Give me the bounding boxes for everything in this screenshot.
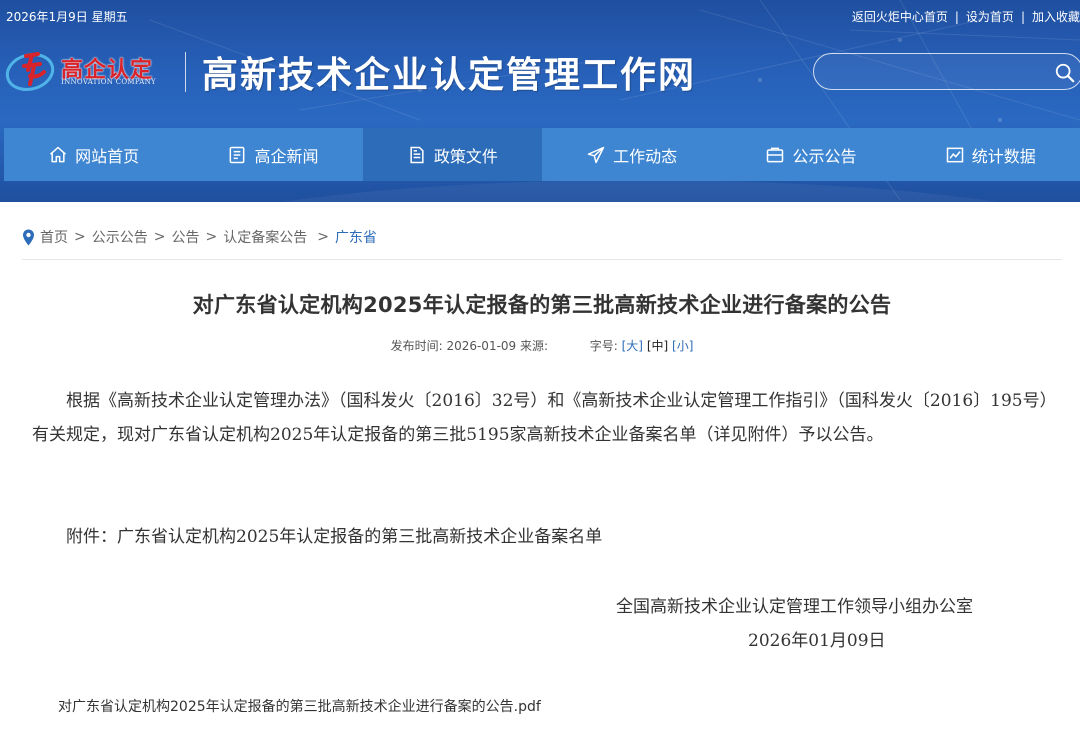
top-bar: 2026年1月9日 星期五 返回火炬中心首页 | 设为首页 | 加入收藏	[0, 0, 1080, 30]
document-icon	[410, 146, 424, 163]
top-links: 返回火炬中心首页 | 设为首页 | 加入收藏	[852, 8, 1080, 25]
breadcrumb-separator: >	[153, 229, 166, 245]
nav-policy[interactable]: 政策文件	[362, 128, 542, 181]
home-icon	[50, 146, 67, 162]
article-title: 对广东省认定机构2025年认定报备的第三批高新技术企业进行备案的公告	[192, 293, 892, 317]
font-size-large-label: 大	[626, 339, 639, 353]
site-logo[interactable]: 高企认定 INNOVATION COMPANY	[4, 44, 180, 96]
logo-divider	[185, 52, 186, 92]
font-size-small-button[interactable]: [小]	[672, 339, 693, 353]
article-paragraph-attachment: 附件：广东省认定机构2025年认定报备的第三批高新技术企业备案名单	[66, 527, 603, 547]
main-nav: 网站首页 高企新闻 政策文件 工作动态 公示公告 统计数据	[4, 128, 1080, 181]
nav-home-label: 网站首页	[75, 146, 140, 166]
logo-swoosh-icon	[5, 52, 55, 91]
publish-time: 2026-01-09	[446, 339, 517, 353]
nav-news-label: 高企新闻	[254, 146, 319, 166]
breadcrumb-separator: >	[317, 229, 329, 245]
search-box	[813, 53, 1080, 90]
logo-brand-en: INNOVATION COMPANY	[61, 78, 156, 86]
site-header: 2026年1月9日 星期五 返回火炬中心首页 | 设为首页 | 加入收藏 高企认…	[0, 0, 1080, 202]
paper-plane-icon	[587, 146, 605, 163]
nav-announcement[interactable]: 公示公告	[721, 128, 900, 181]
location-pin-icon	[23, 229, 34, 245]
article-paragraph-1: 根据《高新技术企业认定管理办法》（国科发火〔2016〕32号）和《高新技术企业认…	[32, 391, 1049, 445]
attachment-pdf-link[interactable]: 对广东省认定机构2025年认定报备的第三批高新技术企业进行备案的公告.pdf	[58, 696, 541, 716]
nav-statistics[interactable]: 统计数据	[901, 128, 1080, 181]
breadcrumb-announcement[interactable]: 公示公告	[92, 227, 148, 247]
site-title: 高新技术企业认定管理工作网	[202, 55, 697, 96]
signature-date: 2026年01月09日	[748, 631, 886, 651]
link-separator: |	[954, 9, 959, 24]
font-size-medium-button[interactable]: [中]	[647, 339, 668, 353]
main-content: 首页 > 公示公告 > 公告 > 认定备案公告 > 广东省 对广东省认定机构20…	[4, 202, 1080, 756]
search-input[interactable]	[828, 60, 1048, 84]
breadcrumb-notice[interactable]: 公告	[171, 227, 199, 247]
breadcrumb-separator: >	[74, 229, 86, 245]
font-size-label: 字号:	[589, 339, 618, 353]
nav-work-label: 工作动态	[613, 146, 678, 166]
current-date: 2026年1月9日 星期五	[6, 10, 128, 24]
news-icon	[230, 146, 245, 163]
source-label: 来源:	[520, 339, 549, 353]
signature-organization: 全国高新技术企业认定管理工作领导小组办公室	[616, 597, 973, 617]
breadcrumb-home[interactable]: 首页	[40, 227, 68, 247]
font-size-large-button[interactable]: [大]	[622, 339, 643, 353]
nav-statistics-label: 统计数据	[971, 146, 1036, 166]
link-return-torch-home[interactable]: 返回火炬中心首页	[852, 8, 948, 25]
publish-time-label: 发布时间:	[390, 339, 443, 353]
article-meta: 发布时间: 2026-01-09 来源: 字号: [大] [中] [小]	[4, 337, 1080, 354]
nav-home[interactable]: 网站首页	[4, 128, 183, 181]
search-icon[interactable]	[1054, 62, 1076, 84]
link-separator: |	[1020, 9, 1025, 24]
breadcrumb-filing-notice[interactable]: 认定备案公告	[223, 227, 307, 247]
link-set-homepage[interactable]: 设为首页	[966, 8, 1014, 25]
nav-policy-label: 政策文件	[433, 146, 498, 166]
nav-news[interactable]: 高企新闻	[183, 128, 362, 181]
breadcrumb-separator: >	[205, 229, 218, 245]
link-add-favorite[interactable]: 加入收藏	[1032, 8, 1080, 25]
nav-work[interactable]: 工作动态	[542, 128, 721, 181]
font-size-small-label: 小	[676, 339, 689, 353]
breadcrumb-current[interactable]: 广东省	[335, 227, 377, 247]
breadcrumb: 首页 > 公示公告 > 公告 > 认定备案公告 > 广东省	[22, 227, 377, 247]
announcement-icon	[767, 147, 784, 162]
font-size-medium-label: 中	[651, 339, 664, 353]
chart-icon	[946, 147, 964, 162]
breadcrumb-divider	[22, 259, 1062, 260]
nav-announcement-label: 公示公告	[792, 146, 857, 166]
